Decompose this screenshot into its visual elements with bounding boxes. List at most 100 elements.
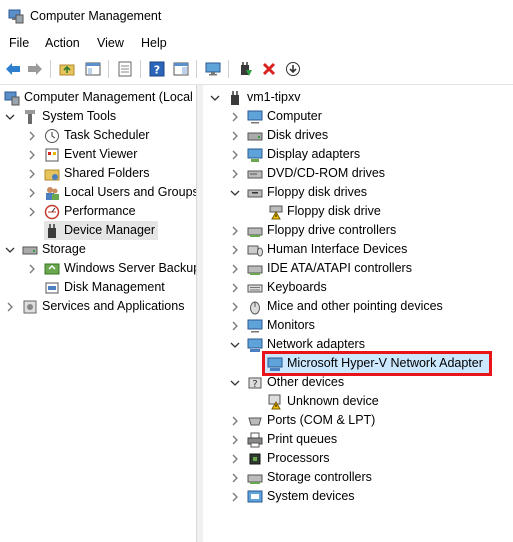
tree-item-label: Local Users and Groups [64, 185, 196, 199]
chevron-down-icon[interactable] [209, 92, 221, 104]
chevron-right-icon[interactable] [229, 320, 241, 332]
tree-item-performance[interactable]: Performance [26, 202, 136, 221]
chevron-right-icon[interactable] [229, 415, 241, 427]
chevron-right-icon[interactable] [229, 149, 241, 161]
chevron-right-icon[interactable] [229, 168, 241, 180]
menu-help[interactable]: Help [141, 36, 167, 50]
tree-item-task-scheduler[interactable]: Task Scheduler [26, 126, 149, 145]
tree-item-windows-server-backup[interactable]: Windows Server Backup [26, 259, 196, 278]
device-label: DVD/CD-ROM drives [267, 166, 386, 180]
chevron-right-icon[interactable] [26, 206, 38, 218]
back-arrow-icon[interactable] [4, 60, 22, 78]
chevron-right-icon[interactable] [229, 263, 241, 275]
device-category-ports[interactable]: Ports (COM & LPT) [229, 411, 375, 430]
tree-item-system-tools[interactable]: System Tools [4, 107, 116, 126]
device-category-storage-controllers[interactable]: Storage controllers [229, 468, 372, 487]
menu-action[interactable]: Action [45, 36, 80, 50]
chevron-right-icon[interactable] [26, 130, 38, 142]
chevron-right-icon[interactable] [229, 130, 241, 142]
device-category-keyboards[interactable]: Keyboards [229, 278, 327, 297]
tree-item-disk-management[interactable]: Disk Management [44, 278, 165, 297]
chevron-right-icon[interactable] [26, 168, 38, 180]
device-category-other-devices[interactable]: ? Other devices [229, 373, 344, 392]
scan-hardware-icon[interactable] [284, 60, 302, 78]
device-category-hid[interactable]: Human Interface Devices [229, 240, 407, 259]
export-list-icon[interactable] [116, 60, 134, 78]
device-hyperv-network-adapter[interactable]: Microsoft Hyper-V Network Adapter [262, 351, 492, 376]
network-adapter-icon [247, 337, 263, 353]
chevron-right-icon[interactable] [26, 149, 38, 161]
chevron-right-icon[interactable] [26, 263, 38, 275]
chevron-right-icon[interactable] [229, 491, 241, 503]
monitor-icon[interactable] [204, 60, 222, 78]
device-label: Human Interface Devices [267, 242, 408, 256]
device-tree: vm1-tipxv Computer Disk drives Display a… [203, 85, 513, 542]
chevron-down-icon[interactable] [4, 244, 16, 256]
clock-icon [44, 128, 60, 144]
tree-item-label: Computer Management (Local [24, 90, 193, 104]
show-hide-console-tree-icon[interactable] [84, 60, 102, 78]
chevron-right-icon[interactable] [229, 472, 241, 484]
device-label: Keyboards [267, 280, 327, 294]
menu-file[interactable]: File [9, 36, 29, 50]
show-action-pane-icon[interactable] [172, 60, 190, 78]
device-category-mice[interactable]: Mice and other pointing devices [229, 297, 443, 316]
device-label: Print queues [267, 432, 338, 446]
chevron-down-icon[interactable] [4, 111, 16, 123]
help-icon[interactable]: ? [148, 60, 166, 78]
device-category-processors[interactable]: Processors [229, 449, 330, 468]
device-category-print-queues[interactable]: Print queues [229, 430, 337, 449]
printer-icon [247, 432, 263, 448]
controller-icon [247, 223, 263, 239]
chevron-right-icon[interactable] [26, 187, 38, 199]
tree-item-services-applications[interactable]: Services and Applications [4, 297, 184, 316]
uninstall-device-icon[interactable] [260, 60, 278, 78]
device-category-network-adapters[interactable]: Network adapters [229, 335, 365, 354]
warning-floppy-icon [267, 204, 283, 220]
tree-item-event-viewer[interactable]: Event Viewer [26, 145, 137, 164]
tree-item-computer-management[interactable]: Computer Management (Local [4, 88, 193, 107]
device-category-disk-drives[interactable]: Disk drives [229, 126, 328, 145]
device-category-display-adapters[interactable]: Display adapters [229, 145, 360, 164]
device-category-ide[interactable]: IDE ATA/ATAPI controllers [229, 259, 412, 278]
tree-item-storage[interactable]: Storage [4, 240, 86, 259]
chevron-right-icon[interactable] [229, 301, 241, 313]
device-category-computer[interactable]: Computer [229, 107, 322, 126]
device-category-floppy-controllers[interactable]: Floppy drive controllers [229, 221, 396, 240]
device-label: Unknown device [287, 394, 379, 408]
device-category-floppy-disk-drives[interactable]: Floppy disk drives [229, 183, 367, 202]
mouse-icon [247, 299, 263, 315]
device-category-monitors[interactable]: Monitors [229, 316, 315, 335]
device-category-system-devices[interactable]: System devices [229, 487, 355, 506]
tree-item-device-manager[interactable]: Device Manager [44, 221, 159, 240]
tree-item-label: Device Manager [64, 223, 156, 237]
tree-item-label: System Tools [42, 109, 117, 123]
device-root[interactable]: vm1-tipxv [209, 88, 300, 107]
up-folder-icon[interactable] [58, 60, 76, 78]
menu-view[interactable]: View [97, 36, 124, 50]
chevron-right-icon[interactable] [229, 225, 241, 237]
tree-item-shared-folders[interactable]: Shared Folders [26, 164, 149, 183]
chevron-right-icon[interactable] [4, 301, 16, 313]
hid-icon [247, 242, 263, 258]
chevron-right-icon[interactable] [229, 282, 241, 294]
ide-controller-icon [247, 261, 263, 277]
tree-item-local-users[interactable]: Local Users and Groups [26, 183, 196, 202]
chevron-down-icon[interactable] [229, 377, 241, 389]
event-viewer-icon [44, 147, 60, 163]
chevron-right-icon[interactable] [229, 453, 241, 465]
chevron-right-icon[interactable] [229, 434, 241, 446]
chevron-down-icon[interactable] [229, 339, 241, 351]
device-label: Other devices [267, 375, 345, 389]
update-driver-icon[interactable] [236, 60, 254, 78]
device-unknown-device[interactable]: Unknown device [267, 392, 379, 411]
toolbar-separator [108, 60, 109, 78]
chevron-right-icon[interactable] [229, 244, 241, 256]
forward-arrow-icon[interactable] [26, 60, 44, 78]
chevron-right-icon[interactable] [229, 111, 241, 123]
device-category-dvd[interactable]: DVD/CD-ROM drives [229, 164, 385, 183]
tree-item-label: Services and Applications [42, 299, 185, 313]
device-floppy-disk-drive[interactable]: Floppy disk drive [267, 202, 381, 221]
device-label: Ports (COM & LPT) [267, 413, 376, 427]
chevron-down-icon[interactable] [229, 187, 241, 199]
